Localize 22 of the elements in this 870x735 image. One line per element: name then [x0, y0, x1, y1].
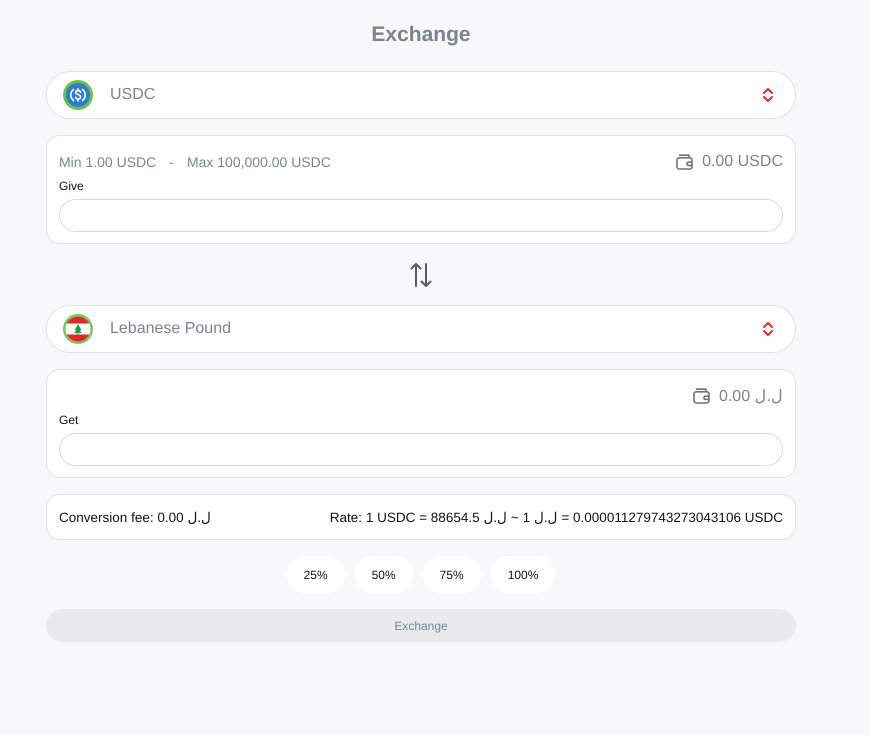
range-separator: -	[169, 154, 174, 170]
percent-button[interactable]: 25%	[286, 556, 345, 593]
percent-button[interactable]: 50%	[354, 556, 413, 593]
percent-button[interactable]: 100%	[490, 556, 556, 593]
wallet-icon	[676, 154, 694, 170]
chevron-updown-icon	[762, 321, 774, 337]
field-label: Give	[59, 178, 84, 194]
currency-select[interactable]: Lebanese Pound	[46, 305, 796, 353]
min-limit: Min 1.00 USDC	[59, 154, 156, 170]
balance-amount: 0.00 USDC	[702, 153, 783, 171]
percent-button[interactable]: 75%	[422, 556, 481, 593]
field-label: Get	[59, 412, 78, 428]
currency-select[interactable]: USDC	[46, 71, 796, 119]
page-title: Exchange	[371, 22, 471, 48]
usdc-coin-icon	[63, 80, 93, 110]
swap-arrows-icon[interactable]	[410, 262, 432, 288]
chevron-updown-icon	[762, 87, 774, 103]
cedar-flag-icon	[63, 314, 93, 344]
max-limit: Max 100,000.00 USDC	[186, 154, 331, 170]
wallet-icon	[692, 388, 711, 404]
amount-input[interactable]	[59, 199, 783, 232]
amount-input[interactable]	[59, 433, 783, 466]
